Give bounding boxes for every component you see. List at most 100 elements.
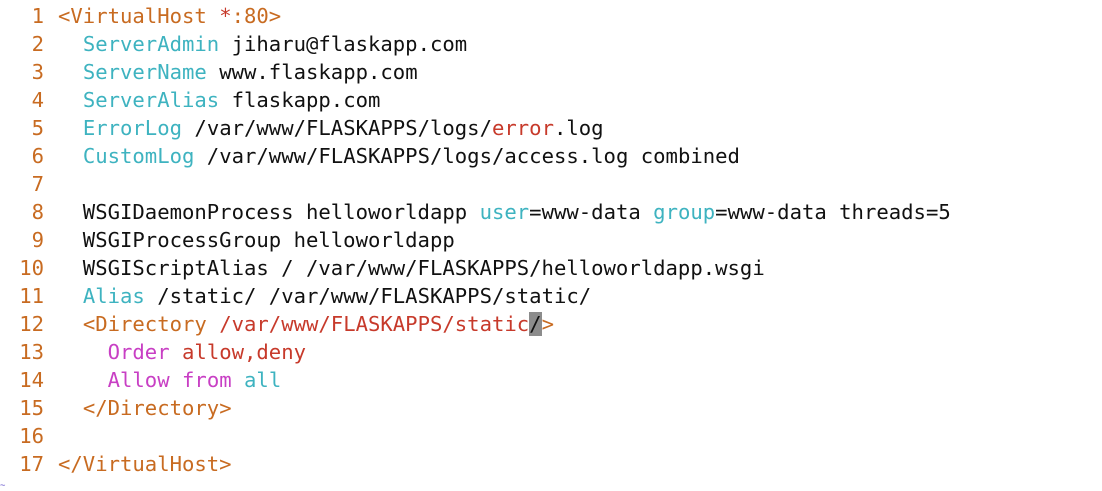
code-token: ServerAlias xyxy=(82,88,220,112)
line-content[interactable]: ServerName www.flaskapp.com xyxy=(58,58,1102,86)
code-line[interactable]: 8 WSGIDaemonProcess helloworldapp user=w… xyxy=(0,198,1102,226)
line-content[interactable]: ServerAdmin jiharu@flaskapp.com xyxy=(58,30,1102,58)
line-number: 12 xyxy=(19,312,44,336)
line-number: 14 xyxy=(19,368,44,392)
code-editor[interactable]: 1 <VirtualHost *:80> 2 ServerAdmin jiharu@… xyxy=(0,0,1102,490)
line-content[interactable]: WSGIDaemonProcess helloworldapp user=www… xyxy=(58,198,1102,226)
code-token: .log xyxy=(553,116,604,140)
code-token: flaskapp.com xyxy=(219,88,381,112)
line-number: 15 xyxy=(19,396,44,420)
code-token: all xyxy=(244,368,282,392)
code-token: Alias xyxy=(82,284,145,308)
code-token: Order xyxy=(107,340,170,364)
code-token: WSGIDaemonProcess helloworldapp xyxy=(58,200,480,224)
code-token: /static/ /var/www/FLASKAPPS/static/ xyxy=(144,284,592,308)
code-line[interactable]: 14 Allow from all xyxy=(0,366,1102,394)
line-number: 11 xyxy=(19,284,44,308)
tilde-marker: ~ xyxy=(0,481,6,491)
code-line[interactable]: 10 WSGIScriptAlias / /var/www/FLASKAPPS/… xyxy=(0,254,1102,282)
code-token: > xyxy=(541,312,554,336)
line-content[interactable]: Order allow,deny xyxy=(58,338,1102,366)
line-number: 5 xyxy=(31,116,44,140)
code-token: error xyxy=(491,116,554,140)
code-token: WSGIScriptAlias / /var/www/FLASKAPPS/hel… xyxy=(58,256,765,280)
code-line[interactable]: 2 ServerAdmin jiharu@flaskapp.com xyxy=(0,30,1102,58)
line-number: 2 xyxy=(31,32,44,56)
code-token: jiharu@flaskapp.com xyxy=(219,32,468,56)
line-number: 4 xyxy=(31,88,44,112)
code-token: </VirtualHost> xyxy=(58,452,232,476)
line-number: 13 xyxy=(19,340,44,364)
code-line[interactable]: 11 Alias /static/ /var/www/FLASKAPPS/sta… xyxy=(0,282,1102,310)
code-token: ErrorLog xyxy=(82,116,183,140)
line-number: 9 xyxy=(31,228,44,252)
code-token: /var/www/FLASKAPPS/logs/ xyxy=(182,116,492,140)
text-cursor: / xyxy=(529,312,542,336)
line-number: 1 xyxy=(31,4,44,28)
code-line[interactable]: 9 WSGIProcessGroup helloworldapp xyxy=(0,226,1102,254)
line-number: 10 xyxy=(19,256,44,280)
code-token: ServerName xyxy=(82,60,207,84)
line-content[interactable]: <Directory /var/www/FLASKAPPS/static/> xyxy=(58,310,1102,338)
code-line[interactable]: 13 Order allow,deny xyxy=(0,338,1102,366)
line-number: 8 xyxy=(31,200,44,224)
line-content[interactable]: ErrorLog /var/www/FLASKAPPS/logs/error.l… xyxy=(58,114,1102,142)
code-line[interactable]: 4 ServerAlias flaskapp.com xyxy=(0,86,1102,114)
code-line[interactable]: 7 xyxy=(0,170,1102,198)
line-content[interactable] xyxy=(58,170,1102,198)
code-line[interactable]: 12 <Directory /var/www/FLASKAPPS/static/… xyxy=(0,310,1102,338)
line-number: 16 xyxy=(19,424,44,448)
code-token: Allow xyxy=(107,368,170,392)
code-token: allow,deny xyxy=(182,340,307,364)
line-content[interactable]: Alias /static/ /var/www/FLASKAPPS/static… xyxy=(58,282,1102,310)
line-content[interactable]: WSGIProcessGroup helloworldapp xyxy=(58,226,1102,254)
code-token: :80> xyxy=(231,4,282,28)
code-token: <Directory xyxy=(82,312,220,336)
code-line[interactable]: 6 CustomLog /var/www/FLASKAPPS/logs/acce… xyxy=(0,142,1102,170)
code-token: www.flaskapp.com xyxy=(206,60,418,84)
code-token: user xyxy=(479,200,530,224)
line-content[interactable] xyxy=(58,422,1102,450)
line-content[interactable]: CustomLog /var/www/FLASKAPPS/logs/access… xyxy=(58,142,1102,170)
line-number: 6 xyxy=(31,144,44,168)
line-content[interactable]: Allow from all xyxy=(58,366,1102,394)
code-token: CustomLog xyxy=(82,144,195,168)
line-number: 7 xyxy=(31,172,44,196)
code-line[interactable]: 3 ServerName www.flaskapp.com xyxy=(0,58,1102,86)
line-content[interactable]: <VirtualHost *:80> xyxy=(58,2,1102,30)
line-content[interactable]: ServerAlias flaskapp.com xyxy=(58,86,1102,114)
code-line[interactable]: 15 </Directory> xyxy=(0,394,1102,422)
code-token: =www-data xyxy=(529,200,654,224)
code-line[interactable]: 1 <VirtualHost *:80> xyxy=(0,2,1102,30)
line-number: 3 xyxy=(31,60,44,84)
code-token: from xyxy=(182,368,232,392)
code-token: group xyxy=(653,200,716,224)
code-token: <VirtualHost xyxy=(58,4,220,28)
code-token: =www-data threads=5 xyxy=(715,200,951,224)
code-line[interactable]: 16 xyxy=(0,422,1102,450)
line-content[interactable]: </Directory> xyxy=(58,394,1102,422)
line-content[interactable]: WSGIScriptAlias / /var/www/FLASKAPPS/hel… xyxy=(58,254,1102,282)
code-token: * xyxy=(219,4,232,28)
line-number: 17 xyxy=(19,452,44,476)
line-content[interactable]: </VirtualHost> xyxy=(58,450,1102,478)
code-token: ServerAdmin xyxy=(82,32,220,56)
code-token: WSGIProcessGroup helloworldapp xyxy=(58,228,455,252)
code-line[interactable]: 5 ErrorLog /var/www/FLASKAPPS/logs/error… xyxy=(0,114,1102,142)
code-line[interactable]: 17 </VirtualHost> xyxy=(0,450,1102,478)
code-token: /var/www/FLASKAPPS/logs/access.log combi… xyxy=(194,144,740,168)
code-token: /var/www/FLASKAPPS/static xyxy=(219,312,530,336)
